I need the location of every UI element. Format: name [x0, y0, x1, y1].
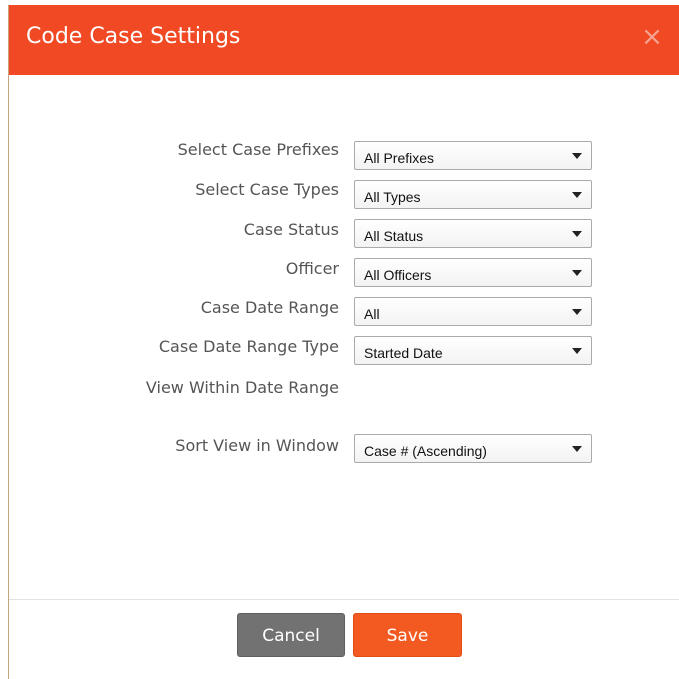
officer-select[interactable]: All Officers: [354, 258, 592, 287]
view-within-date-range-label: View Within Date Range: [145, 378, 339, 397]
chevron-down-icon: [572, 309, 582, 315]
officer-value: All Officers: [364, 267, 432, 283]
dialog-title: Code Case Settings: [26, 24, 241, 49]
case-status-label: Case Status: [243, 220, 339, 239]
case-types-value: All Types: [364, 189, 421, 205]
field-label-container: Officer: [9, 259, 339, 283]
field-label-container: View Within Date Range: [9, 378, 339, 402]
chevron-down-icon: [572, 231, 582, 237]
chevron-down-icon: [572, 348, 582, 354]
field-label-container: Sort View in Window: [9, 436, 339, 460]
case-prefixes-value: All Prefixes: [364, 150, 435, 166]
field-label-container: Case Date Range: [9, 298, 339, 322]
sort-view-value: Case # (Ascending): [364, 443, 487, 459]
case-date-range-select[interactable]: All: [354, 297, 592, 326]
officer-label: Officer: [285, 259, 339, 278]
case-date-range-value: All: [364, 306, 380, 322]
case-date-range-type-value: Started Date: [364, 345, 443, 361]
close-icon[interactable]: ×: [640, 24, 664, 50]
code-case-settings-dialog: Code Case Settings × Select Case Prefixe…: [8, 5, 679, 679]
case-types-label: Select Case Types: [195, 180, 339, 199]
chevron-down-icon: [572, 270, 582, 276]
case-status-value: All Status: [364, 228, 424, 244]
field-label-container: Select Case Prefixes: [9, 140, 339, 164]
sort-view-select[interactable]: Case # (Ascending): [354, 434, 592, 463]
case-date-range-type-label: Case Date Range Type: [158, 337, 339, 356]
case-date-range-type-select[interactable]: Started Date: [354, 336, 592, 365]
case-prefixes-select[interactable]: All Prefixes: [354, 141, 592, 170]
sort-view-label: Sort View in Window: [175, 436, 339, 455]
chevron-down-icon: [572, 446, 582, 452]
chevron-down-icon: [572, 192, 582, 198]
case-types-select[interactable]: All Types: [354, 180, 592, 209]
field-label-container: Case Status: [9, 220, 339, 244]
dialog-header: Code Case Settings ×: [9, 5, 679, 75]
case-status-select[interactable]: All Status: [354, 219, 592, 248]
cancel-button[interactable]: Cancel: [237, 613, 345, 657]
footer-divider: [9, 599, 679, 600]
case-date-range-label: Case Date Range: [200, 298, 339, 317]
save-button[interactable]: Save: [353, 613, 462, 657]
case-prefixes-label: Select Case Prefixes: [177, 140, 339, 159]
chevron-down-icon: [572, 153, 582, 159]
field-label-container: Case Date Range Type: [9, 337, 339, 361]
field-label-container: Select Case Types: [9, 180, 339, 204]
